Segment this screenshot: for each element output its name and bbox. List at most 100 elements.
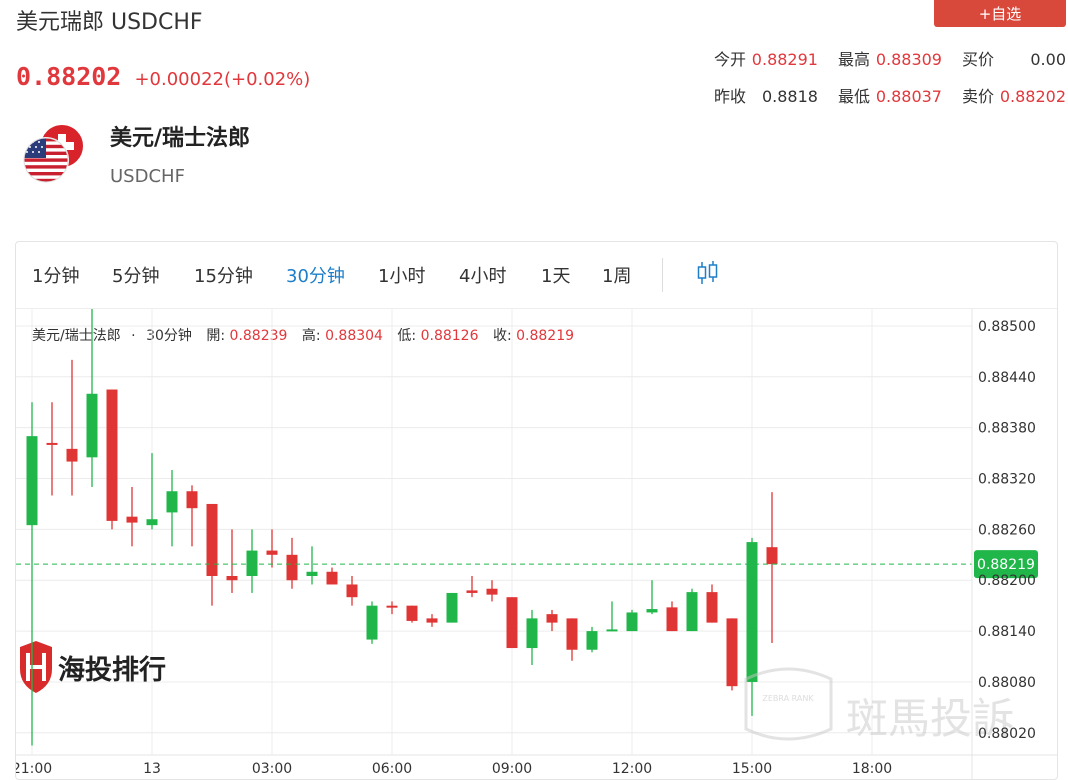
pair-code: USDCHF bbox=[110, 166, 185, 187]
candlestick-chart[interactable]: 海投排行 ZEBRA RANK 斑馬投訴 0.88219 0.88500 0.8844… bbox=[16, 309, 1057, 780]
y-tick-label: 0.88200 bbox=[978, 573, 1036, 589]
candle-body bbox=[106, 389, 118, 521]
watermark-shield-text: ZEBRA RANK bbox=[762, 694, 814, 703]
candle bbox=[386, 601, 398, 615]
x-tick-label: 09:00 bbox=[492, 761, 532, 777]
candle-body bbox=[526, 618, 538, 649]
candle bbox=[626, 609, 638, 632]
y-tick-label: 0.88020 bbox=[978, 726, 1036, 742]
candle bbox=[246, 529, 258, 593]
candle bbox=[266, 529, 278, 568]
y-tick-label: 0.88320 bbox=[978, 472, 1036, 488]
watermark-left-text: 海投排行 bbox=[58, 654, 166, 686]
candle-body bbox=[446, 592, 458, 623]
candle-body bbox=[366, 605, 378, 640]
candle-body bbox=[546, 614, 558, 623]
candle-body bbox=[426, 618, 438, 623]
candle-body bbox=[566, 618, 578, 650]
y-tick-label: 0.88260 bbox=[978, 522, 1036, 538]
tab-1day[interactable]: 1天 bbox=[541, 262, 570, 288]
candle-body bbox=[46, 442, 58, 445]
stat-value: 0.00 bbox=[1030, 50, 1066, 69]
stat-value: 0.88202 bbox=[999, 87, 1066, 106]
x-tick-label: 06:00 bbox=[372, 761, 412, 777]
candle-body bbox=[686, 592, 698, 632]
candle-body bbox=[126, 516, 138, 523]
candle-body bbox=[266, 550, 278, 555]
tab-15min[interactable]: 15分钟 bbox=[194, 262, 253, 288]
x-tick-label: 21:00 bbox=[16, 761, 52, 777]
candlestick-type-icon[interactable] bbox=[696, 260, 720, 286]
candle bbox=[86, 309, 98, 487]
candle bbox=[506, 597, 518, 649]
stat-value: 0.8818 bbox=[761, 87, 818, 106]
stat-label: 买价 bbox=[961, 50, 994, 69]
tab-5min[interactable]: 5分钟 bbox=[112, 262, 159, 288]
stat-label: 卖价 bbox=[961, 87, 994, 106]
candle bbox=[426, 614, 438, 627]
candle bbox=[766, 492, 778, 643]
candle-body bbox=[66, 448, 78, 462]
stat-label: 最低 bbox=[837, 87, 870, 106]
candle bbox=[106, 389, 118, 530]
price-change: +0.00022(+0.02%) bbox=[134, 69, 311, 90]
pair-name: 美元/瑞士法郎 bbox=[110, 126, 251, 151]
toolbar-divider bbox=[662, 258, 663, 292]
y-tick-label: 0.88080 bbox=[978, 675, 1036, 691]
candle-body bbox=[186, 491, 198, 509]
candle bbox=[306, 546, 318, 585]
candle-body bbox=[466, 590, 478, 593]
candle bbox=[606, 601, 618, 632]
candle bbox=[726, 618, 738, 691]
candle bbox=[226, 529, 238, 593]
candle-body bbox=[666, 607, 678, 632]
candle-body bbox=[586, 631, 598, 650]
candle-body bbox=[506, 597, 518, 649]
candle-body bbox=[226, 576, 238, 581]
tab-1min[interactable]: 1分钟 bbox=[32, 262, 79, 288]
candle-body bbox=[306, 571, 318, 576]
candle bbox=[546, 609, 558, 632]
candle bbox=[46, 402, 58, 496]
candle-body bbox=[246, 550, 258, 576]
candle bbox=[666, 601, 678, 632]
tab-30min[interactable]: 30分钟 bbox=[286, 262, 345, 288]
watermark-zebra-icon bbox=[744, 667, 833, 741]
candle bbox=[26, 402, 38, 746]
candle bbox=[206, 503, 218, 606]
tab-4hour[interactable]: 4小时 bbox=[459, 262, 506, 288]
y-tick-label: 0.88140 bbox=[978, 624, 1036, 640]
candle-body bbox=[726, 618, 738, 687]
candle bbox=[446, 592, 458, 623]
candle bbox=[166, 470, 178, 547]
candle bbox=[686, 588, 698, 632]
candle-body bbox=[386, 605, 398, 608]
candle-body bbox=[646, 609, 658, 613]
stat-label: 昨收 bbox=[713, 87, 746, 106]
tab-1hour[interactable]: 1小时 bbox=[378, 262, 425, 288]
y-tick-label: 0.88500 bbox=[978, 319, 1036, 335]
x-tick-label: 15:00 bbox=[732, 761, 772, 777]
y-tick-label: 0.88440 bbox=[978, 370, 1036, 386]
candle bbox=[526, 609, 538, 665]
add-watchlist-button[interactable]: +自选 bbox=[934, 0, 1066, 27]
x-tick-label: 03:00 bbox=[252, 761, 292, 777]
candle-body bbox=[406, 605, 418, 621]
candle-body bbox=[486, 588, 498, 595]
candle bbox=[466, 576, 478, 598]
candle bbox=[406, 605, 418, 623]
tab-1week[interactable]: 1周 bbox=[602, 262, 631, 288]
stats-row-1: 今开 0.88291 最高 0.88309 买价 0.00 bbox=[714, 46, 1066, 70]
candle-body bbox=[166, 491, 178, 513]
stat-value: 0.88291 bbox=[751, 50, 818, 69]
candle bbox=[486, 580, 498, 602]
usd-chf-flag-icon bbox=[23, 123, 85, 183]
candle-body bbox=[626, 612, 638, 632]
x-tick-label: 12:00 bbox=[612, 761, 652, 777]
candle-body bbox=[206, 503, 218, 576]
stat-value: 0.88309 bbox=[875, 50, 942, 69]
watermark-left: 海投排行 bbox=[20, 641, 166, 693]
current-price-label: 0.88219 bbox=[977, 557, 1035, 573]
candle bbox=[566, 618, 578, 661]
candle-body bbox=[86, 393, 98, 458]
